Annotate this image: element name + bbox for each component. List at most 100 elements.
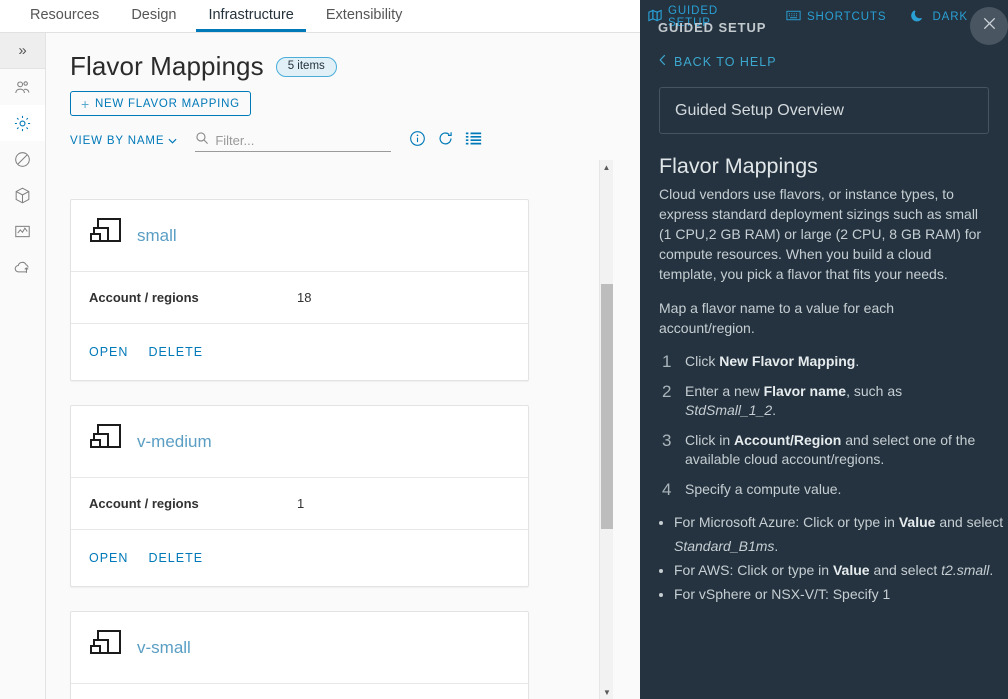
flavor-mapping-card[interactable]: v-medium Account / regions 1 OPEN DELETE — [70, 405, 529, 587]
help-step: 2 Enter a new Flavor name, such as StdSm… — [662, 382, 989, 420]
step-number: 4 — [662, 480, 672, 499]
open-action[interactable]: OPEN — [89, 551, 128, 565]
help-bullet: For AWS: Click or type in Value and sele… — [674, 558, 1008, 582]
help-step: 1 Click New Flavor Mapping. — [662, 352, 989, 371]
chevron-down-icon — [168, 136, 177, 146]
help-paragraph-2: Map a flavor name to a value for each ac… — [659, 300, 895, 336]
policies-no-entry-icon — [13, 150, 32, 169]
bullet-tail: . — [989, 562, 994, 578]
tab-label: Extensibility — [325, 6, 403, 23]
step-bold: New Flavor Mapping — [719, 353, 856, 369]
sidebar-item-policies[interactable] — [0, 141, 45, 177]
new-flavor-mapping-button[interactable]: + NEW FLAVOR MAPPING — [70, 91, 251, 116]
delete-action[interactable]: DELETE — [148, 551, 203, 565]
search-input[interactable] — [215, 133, 376, 148]
search-field[interactable] — [195, 130, 392, 152]
step-pre: Click in — [685, 432, 735, 448]
tab-design[interactable]: Design — [119, 0, 188, 32]
detail-label: Account / regions — [89, 496, 199, 511]
back-to-help-label: BACK TO HELP — [674, 54, 777, 69]
cube-icon — [13, 186, 32, 205]
close-panel-button[interactable] — [970, 7, 1008, 45]
sidebar-item-identity-and-access[interactable] — [0, 69, 45, 105]
flavor-name-link[interactable]: small — [137, 226, 177, 246]
tab-label: Design — [131, 6, 177, 23]
overview-label: Guided Setup Overview — [675, 101, 844, 119]
help-step: 4 Specify a compute value. — [662, 480, 989, 499]
detail-label: Account / regions — [89, 290, 199, 305]
sidebar-item-configure[interactable] — [0, 105, 45, 141]
list-view-icon[interactable] — [465, 131, 482, 151]
delete-action[interactable]: DELETE — [148, 345, 203, 359]
help-step: 3 Click in Account/Region and select one… — [662, 431, 989, 469]
step-bold: Flavor name — [763, 383, 847, 399]
left-nav-rail: » — [0, 33, 46, 699]
scrollbar-thumb[interactable] — [601, 284, 613, 529]
tab-resources[interactable]: Resources — [18, 0, 111, 32]
gear-icon — [13, 114, 32, 133]
activity-chart-icon — [13, 222, 32, 241]
tab-extensibility[interactable]: Extensibility — [314, 0, 415, 32]
step-number: 2 — [662, 382, 672, 401]
dark-label: DARK — [932, 11, 968, 23]
step-italic: StdSmall_1_2 — [685, 402, 773, 418]
tab-infrastructure[interactable]: Infrastructure — [196, 0, 306, 32]
step-post: . — [855, 353, 860, 369]
flavor-name-link[interactable]: v-medium — [137, 432, 212, 452]
step-number: 3 — [662, 431, 672, 450]
view-by-label: VIEW BY NAME — [70, 135, 165, 147]
shortcuts-label: SHORTCUTS — [806, 11, 887, 23]
step-text: Click New Flavor Mapping. — [685, 352, 859, 371]
back-to-help-link[interactable]: BACK TO HELP — [659, 54, 777, 69]
scroll-down-arrow[interactable]: ▼ — [600, 685, 614, 699]
card-detail-row: Account / regions 4 — [71, 684, 528, 699]
step-tail: . — [772, 402, 777, 418]
scroll-up-arrow[interactable]: ▲ — [600, 160, 613, 174]
moon-icon — [910, 9, 924, 26]
panel-title: GUIDED SETUP — [658, 20, 767, 35]
card-actions: OPEN DELETE — [71, 530, 528, 586]
flavor-mapping-card[interactable]: v-small Account / regions 4 OPEN DELETE — [70, 611, 529, 699]
bullet-tail: . — [774, 538, 779, 554]
card-header: v-small — [71, 612, 528, 684]
step-pre: Specify a compute value. — [685, 481, 842, 497]
bullet-bold: Value — [898, 514, 936, 530]
search-icon — [195, 131, 209, 150]
open-action[interactable]: OPEN — [89, 345, 128, 359]
step-pre: Click — [685, 353, 720, 369]
flavor-name-link[interactable]: v-small — [137, 638, 191, 658]
sidebar-item-onboarding[interactable] — [0, 249, 45, 285]
sidebar-item-activity[interactable] — [0, 213, 45, 249]
bullet-pre: For vSphere or NSX-V/T: Specify 1 — [674, 586, 891, 602]
sidebar-item-resources[interactable] — [0, 177, 45, 213]
bullet-italic: t2.small — [941, 562, 990, 578]
step-text: Enter a new Flavor name, such as StdSmal… — [685, 382, 989, 420]
card-header: small — [71, 200, 528, 272]
guided-setup-overview-button[interactable]: Guided Setup Overview — [659, 87, 989, 134]
flavor-sizes-icon — [89, 423, 123, 460]
page-title: Flavor Mappings — [70, 51, 264, 81]
flavor-sizes-icon — [89, 217, 123, 254]
help-body: BACK TO HELP Guided Setup Overview Flavo… — [640, 46, 1008, 606]
view-by-dropdown[interactable]: VIEW BY NAME — [70, 135, 177, 147]
page-header: Flavor Mappings 5 items + NEW FLAVOR MAP… — [46, 33, 640, 116]
list-scrollbar[interactable]: ▲ ▼ — [599, 160, 613, 699]
info-icon[interactable] — [409, 130, 426, 152]
refresh-icon[interactable] — [437, 130, 454, 152]
card-actions: OPEN DELETE — [71, 324, 528, 380]
expand-sidebar-button[interactable]: » — [0, 33, 45, 69]
plus-icon: + — [81, 95, 90, 112]
shortcuts-link[interactable]: SHORTCUTS — [786, 10, 886, 24]
step-bold: Account/Region — [734, 432, 842, 448]
bullet-post: and select — [869, 562, 942, 578]
step-pre: Enter a new — [685, 383, 764, 399]
identity-and-access-icon — [13, 78, 32, 97]
dark-mode-toggle[interactable]: DARK — [910, 9, 968, 26]
flavor-sizes-icon — [89, 629, 123, 666]
flavor-mapping-card[interactable]: small Account / regions 18 OPEN DELETE — [70, 199, 529, 381]
step-text: Specify a compute value. — [685, 480, 841, 499]
chevron-left-icon — [659, 54, 666, 69]
main-tab-bar: Resources Design Infrastructure Extensib… — [0, 0, 640, 33]
detail-value: 1 — [297, 496, 305, 511]
bullet-post: and select — [935, 514, 1004, 530]
